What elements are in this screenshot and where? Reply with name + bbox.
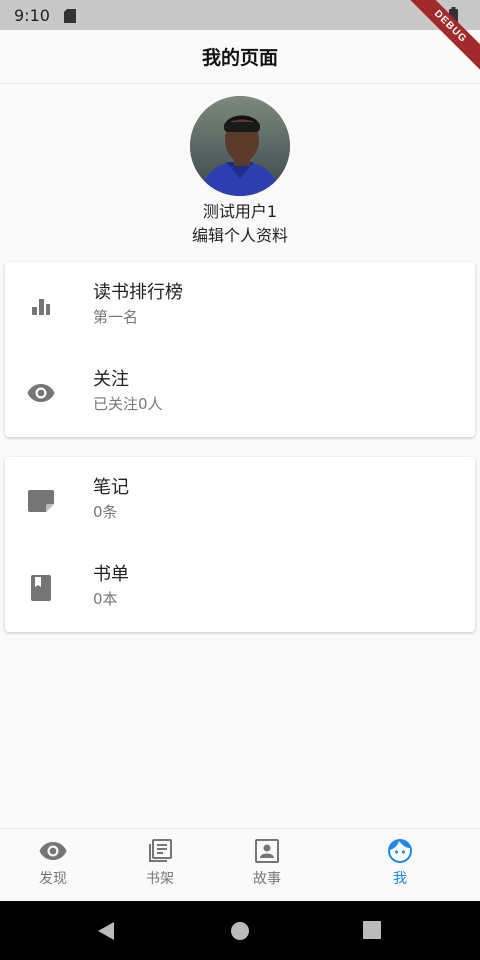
system-nav-bar <box>0 901 480 960</box>
nav-item-stories[interactable]: 故事 <box>227 837 307 889</box>
nav-item-discover[interactable]: 发现 <box>13 837 93 889</box>
avatar[interactable] <box>190 96 290 196</box>
list-item-ranking[interactable]: 读书排行榜 第一名 <box>5 262 475 349</box>
bar-chart-icon <box>27 292 55 320</box>
list-item-follow[interactable]: 关注 已关注0人 <box>5 349 475 436</box>
edit-profile-link[interactable]: 编辑个人资料 <box>0 224 480 248</box>
list-item-subtitle: 第一名 <box>93 308 139 326</box>
list-item-title: 笔记 <box>93 477 129 498</box>
nav-label: 我 <box>393 871 407 887</box>
list-item-subtitle: 已关注0人 <box>93 395 163 413</box>
list-item-subtitle: 0本 <box>93 590 118 608</box>
menu-card-notes: 笔记 0条 书单 0本 <box>5 457 475 632</box>
app-bar: 我的页面 <box>0 30 480 84</box>
profile-header: 测试用户1 编辑个人资料 <box>0 96 480 248</box>
bottom-nav: 发现 书架 故事 我 <box>0 828 480 901</box>
recents-icon[interactable] <box>363 921 381 943</box>
list-item-title: 关注 <box>93 369 129 390</box>
face-icon <box>386 837 414 865</box>
note-icon <box>27 487 55 515</box>
nav-label: 书架 <box>146 871 174 887</box>
list-item-title: 读书排行榜 <box>93 282 183 303</box>
list-item-subtitle: 0条 <box>93 503 118 521</box>
library-books-icon <box>146 837 174 865</box>
nav-label: 故事 <box>253 871 281 887</box>
home-icon[interactable] <box>230 921 250 945</box>
portrait-icon <box>253 837 281 865</box>
list-item-booklist[interactable]: 书单 0本 <box>5 544 475 631</box>
nav-item-me[interactable]: 我 <box>360 837 440 889</box>
page-title: 我的页面 <box>201 47 278 69</box>
list-item-notes[interactable]: 笔记 0条 <box>5 457 475 544</box>
menu-card-reading: 读书排行榜 第一名 关注 已关注0人 <box>5 262 475 437</box>
status-bar: 9:10 <box>0 0 480 30</box>
eye-icon <box>27 379 55 407</box>
status-time: 9:10 <box>14 5 50 25</box>
nav-label: 发现 <box>39 871 67 887</box>
list-item-title: 书单 <box>93 564 129 585</box>
username: 测试用户1 <box>202 202 278 221</box>
sd-card-icon <box>63 8 76 23</box>
book-icon <box>27 574 55 602</box>
nav-item-bookshelf[interactable]: 书架 <box>120 837 200 889</box>
back-icon[interactable] <box>96 921 116 945</box>
eye-icon <box>39 837 67 865</box>
